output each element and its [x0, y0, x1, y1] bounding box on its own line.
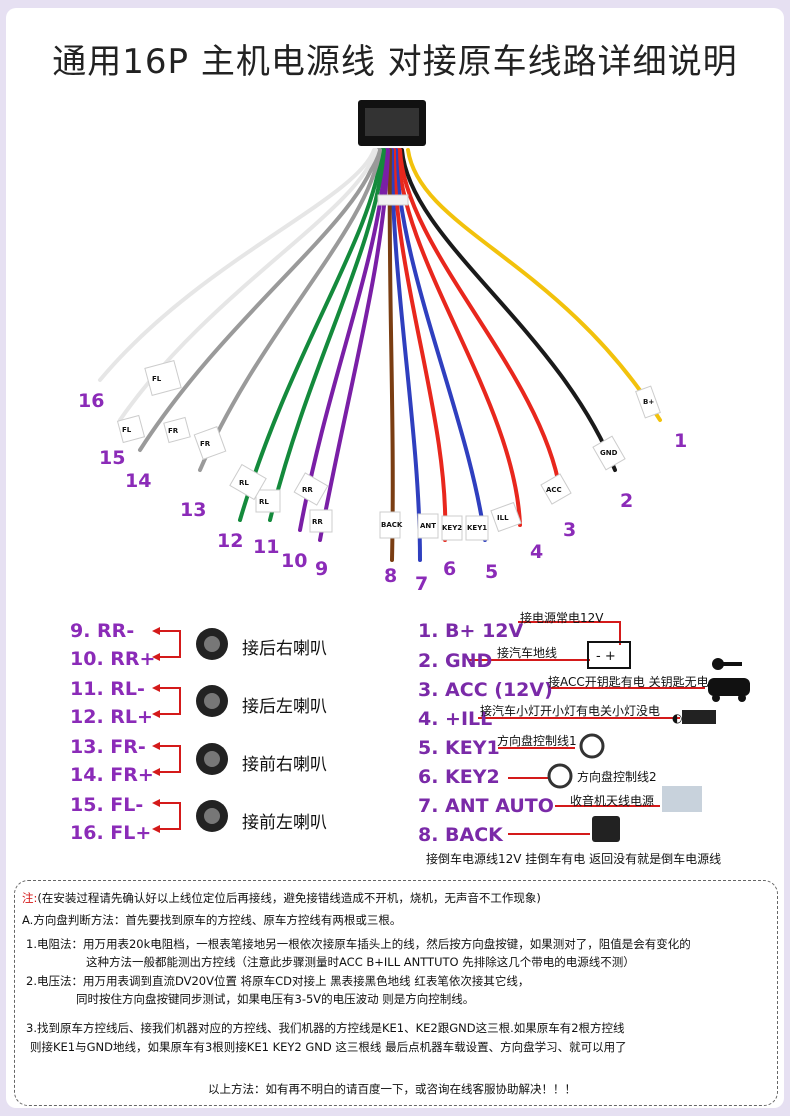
- svg-text:RR: RR: [302, 486, 313, 494]
- arrow-fl: [155, 802, 181, 830]
- speaker-fl-label: 接前左喇叭: [242, 813, 327, 833]
- pin-number-8: 8: [384, 565, 398, 587]
- speaker-rl-label: 接后左喇叭: [242, 697, 327, 717]
- speaker-fr-label: 接前右喇叭: [242, 755, 327, 775]
- wire-tag-16: [144, 359, 182, 397]
- note-steps-1: 3.找到原车方控线后、接我们机器对应的方控线、我们机器的方控线是KE1、KE2跟…: [26, 1021, 625, 1035]
- note-voltage-1: 2.电压法：用万用表调到直流DV20V位置 将原车CD对接上 黑表接黑色地线 红…: [26, 974, 530, 988]
- pin-number-14: 14: [125, 470, 152, 492]
- pin-number-5: 5: [485, 561, 499, 583]
- svg-text:RL: RL: [259, 498, 269, 506]
- note-footer: 以上方法：如有再不明白的请百度一下，或咨询在线客服协助解决！！！: [208, 1082, 576, 1096]
- note-resistance-1: 1.电阻法：用万用表20k电阻档，一根表笔接地另一根依次接原车插头上的线，然后按…: [26, 937, 691, 951]
- func-b12v-desc: 接电源常电12V: [520, 611, 604, 625]
- func-back: 8. BACK: [418, 824, 503, 846]
- note-resistance-2: 这种方法一般都能测出方控线（注意此步骤测量时ACC B+ILL ANTTUTO …: [86, 955, 635, 969]
- svg-text:◐: ◐: [672, 711, 682, 725]
- svg-text:ILL: ILL: [497, 514, 509, 522]
- arrow-rl: [155, 687, 181, 715]
- speaker-rr-plus: 10. RR+: [70, 648, 156, 670]
- func-key2: 6. KEY2: [418, 766, 500, 788]
- wiring-harness-illustration: B+ GND ACC ILL KEY1 KEY2 ANT BACK RR RR …: [98, 100, 662, 562]
- pin-number-13: 13: [180, 499, 207, 521]
- steering-wheel-icon: [547, 763, 573, 789]
- svg-text:FL: FL: [152, 375, 162, 383]
- speaker-rr-label: 接后右喇叭: [242, 639, 327, 659]
- svg-text:- +: - +: [596, 649, 616, 664]
- func-ant-auto: 7. ANT AUTO: [418, 795, 554, 817]
- pin-number-7: 7: [415, 573, 429, 595]
- speaker-rl-plus: 12. RL+: [70, 706, 153, 728]
- speaker-arrows: [152, 627, 228, 833]
- arrow-fr: [155, 745, 181, 773]
- svg-text:FR: FR: [168, 427, 179, 435]
- pin-number-6: 6: [443, 558, 457, 580]
- svg-text:FR: FR: [200, 440, 211, 448]
- svg-text:FL: FL: [122, 426, 132, 434]
- speaker-fr-plus: 14. FR+: [70, 764, 154, 786]
- note-a: A.方向盘判断方法：首先要找到原车的方控线、原车方控线有两根或三根。: [22, 913, 402, 927]
- func-key1: 5. KEY1: [418, 737, 500, 759]
- svg-text:GND: GND: [600, 449, 618, 457]
- func-gnd-desc: 接汽车地线: [497, 646, 558, 660]
- car-key-icon: [708, 658, 750, 702]
- note-steps-2: 则接KE1与GND地线，如果原车有3根则接KE1 KEY2 GND 这三根线 最…: [30, 1040, 627, 1054]
- pin-number-12: 12: [217, 530, 244, 552]
- antenna-icon: [662, 786, 702, 812]
- cable-tie: [377, 194, 409, 206]
- pin-number-1: 1: [674, 430, 688, 452]
- speaker-rl-minus: 11. RL-: [70, 678, 145, 700]
- svg-text:B+: B+: [643, 398, 654, 406]
- headlight-icon: ◐: [672, 710, 716, 725]
- note-voltage-2: 同时按住方向盘按键同步测试，如果电压有3-5V的电压波动 则是方向控制线。: [76, 992, 475, 1006]
- note-header: 注:(在安装过程请先确认好以上线位定位后再接线，避免接错线造成不开机，烧机，无声…: [22, 891, 541, 905]
- speaker-fr-minus: 13. FR-: [70, 736, 146, 758]
- func-key1-desc: 方向盘控制线1: [497, 734, 577, 748]
- arrow-rr: [155, 630, 181, 658]
- speaker-fl-plus: 16. FL+: [70, 822, 152, 844]
- steering-wheel-icon: [579, 733, 605, 759]
- func-gnd: 2. GND: [418, 650, 493, 672]
- pin-number-15: 15: [99, 447, 126, 469]
- pin-number-10: 10: [281, 550, 308, 572]
- func-acc-desc: 接ACC开钥匙有电 关钥匙无电: [548, 675, 709, 689]
- speaker-rr-minus: 9. RR-: [70, 620, 135, 642]
- pin-number-2: 2: [620, 490, 634, 512]
- svg-text:ANT: ANT: [420, 522, 436, 530]
- svg-text:ACC: ACC: [546, 486, 562, 494]
- wire-3: [398, 148, 562, 492]
- pin-number-16: 16: [78, 390, 105, 412]
- speaker-fl-minus: 15. FL-: [70, 794, 144, 816]
- svg-text:KEY1: KEY1: [467, 524, 487, 532]
- pin-number-3: 3: [563, 519, 577, 541]
- pin-number-4: 4: [530, 541, 544, 563]
- pin-number-11: 11: [253, 536, 280, 558]
- func-acc: 3. ACC (12V): [418, 679, 553, 701]
- svg-text:RR: RR: [312, 518, 323, 526]
- func-key2-desc: 方向盘控制线2: [577, 770, 657, 784]
- func-ant-auto-desc: 收音机天线电源: [570, 794, 655, 808]
- svg-text:KEY2: KEY2: [442, 524, 462, 532]
- reverse-camera-icon: [592, 816, 620, 842]
- svg-text:RL: RL: [239, 479, 249, 487]
- pin-number-9: 9: [315, 558, 329, 580]
- func-b12v: 1. B+ 12V: [418, 620, 524, 642]
- svg-text:BACK: BACK: [381, 521, 403, 529]
- func-ill-desc: 接汽车小灯开小灯有电关小灯没电: [480, 704, 661, 718]
- wire-16: [98, 148, 376, 382]
- func-back-desc: 接倒车电源线12V 挂倒车有电 返回没有就是倒车电源线: [426, 852, 722, 866]
- connector-socket: [365, 108, 419, 136]
